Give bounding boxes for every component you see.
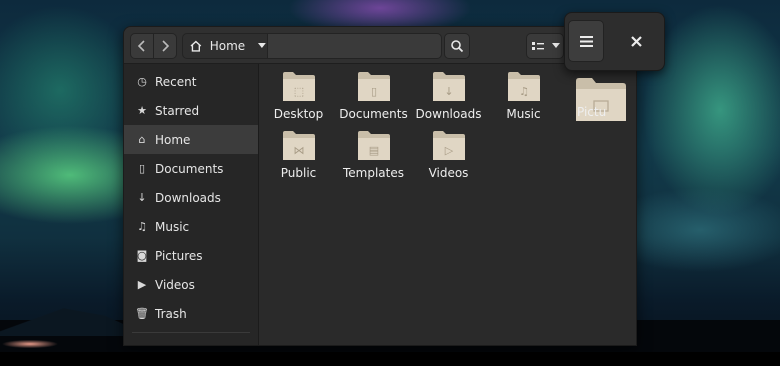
- sidebar: ◷ Recent ★ Starred ⌂ Home ▯ Documents ↓ Downloads…: [124, 64, 259, 345]
- chevron-down-icon: [552, 43, 560, 48]
- folder-emblem-glyph: ▷: [444, 144, 453, 157]
- hamburger-icon: [579, 35, 593, 47]
- folder-public-icon: ⋈: [282, 131, 315, 160]
- header-bar: Home: [124, 27, 636, 64]
- clock-icon: ◷: [137, 75, 147, 88]
- chevron-right-icon: [162, 40, 170, 52]
- folder-templates-icon: ▤: [357, 131, 390, 160]
- folder-label: Templates: [342, 166, 404, 180]
- sidebar-item-pictures[interactable]: ◙ Pictures: [124, 241, 258, 270]
- close-button[interactable]: [621, 27, 651, 55]
- camera-icon: ◙: [136, 249, 148, 262]
- sidebar-item-downloads[interactable]: ↓ Downloads: [124, 183, 258, 212]
- folder-documents-icon: ▯: [357, 72, 390, 101]
- sidebar-item-videos[interactable]: ▶ Videos: [124, 270, 258, 299]
- path-bar-home[interactable]: Home: [182, 33, 268, 59]
- sidebar-item-label: Pictures: [155, 248, 203, 263]
- folder-documents[interactable]: ▯ Documents: [336, 70, 411, 128]
- folder-label: Videos: [428, 166, 469, 180]
- folder-label: Music: [506, 107, 541, 121]
- folder-emblem-glyph: ↓: [444, 85, 453, 98]
- sidebar-item-home[interactable]: ⌂ Home: [124, 125, 258, 154]
- main-menu-button[interactable]: [568, 20, 604, 62]
- dragged-folder-label: Pictu: [577, 105, 607, 119]
- sidebar-item-recent[interactable]: ◷ Recent: [124, 67, 258, 96]
- forward-button[interactable]: [153, 33, 177, 59]
- town-lights: [0, 334, 80, 350]
- sidebar-item-trash[interactable]: 🗑 Trash: [124, 299, 258, 328]
- folder-downloads[interactable]: ↓ Downloads: [411, 70, 486, 128]
- path-bar-empty[interactable]: [267, 33, 442, 59]
- star-icon: ★: [137, 104, 147, 117]
- folder-label: Documents: [339, 107, 408, 121]
- folder-label: Desktop: [273, 107, 324, 121]
- trash-icon: 🗑: [135, 307, 149, 320]
- folder-downloads-icon: ↓: [432, 72, 465, 101]
- screen-bottom: [0, 352, 780, 366]
- search-icon: [451, 40, 464, 53]
- video-icon: ▶: [137, 278, 147, 291]
- sidebar-item-label: Music: [155, 219, 190, 234]
- sidebar-item-label: Downloads: [155, 190, 221, 205]
- sidebar-item-starred[interactable]: ★ Starred: [124, 96, 258, 125]
- folder-emblem-glyph: ▤: [368, 144, 378, 157]
- view-mode-button[interactable]: [526, 33, 550, 59]
- folder-videos[interactable]: ▷ Videos: [411, 129, 486, 187]
- dropdown-arrow-icon[interactable]: [257, 42, 267, 50]
- file-manager-window: Home ◷ Recent ★ Starred ⌂ Home ▯ Documents ↓ Down…: [123, 26, 637, 346]
- list-view-icon: [532, 42, 544, 50]
- folder-label: Downloads: [415, 107, 482, 121]
- sidebar-item-label: Recent: [155, 74, 197, 89]
- music-icon: ♫: [137, 220, 147, 233]
- folder-music-icon: ♫: [507, 72, 540, 101]
- sidebar-item-label: Starred: [155, 103, 200, 118]
- folder-emblem-glyph: ▯: [370, 85, 376, 98]
- sidebar-item-label: Trash: [155, 306, 187, 321]
- folder-emblem-glyph: ♫: [519, 85, 529, 98]
- folder-public[interactable]: ⋈ Public: [261, 129, 336, 187]
- back-button[interactable]: [130, 33, 154, 59]
- folder-videos-icon: ▷: [432, 131, 465, 160]
- folder-music[interactable]: ♫ Music: [486, 70, 561, 128]
- search-button[interactable]: [444, 33, 470, 59]
- sidebar-item-documents[interactable]: ▯ Documents: [124, 154, 258, 183]
- chevron-left-icon: [137, 40, 145, 52]
- folder-label: Public: [280, 166, 317, 180]
- home-icon: [190, 40, 202, 52]
- close-icon: [630, 35, 642, 47]
- sidebar-item-label: Home: [155, 132, 191, 147]
- sidebar-item-label: Documents: [155, 161, 224, 176]
- sidebar-item-label: Videos: [155, 277, 195, 292]
- path-label: Home: [209, 39, 246, 53]
- folder-emblem-glyph: ⋈: [293, 144, 304, 157]
- view-options-button[interactable]: [549, 33, 564, 59]
- folder-emblem-glyph: ⬚: [293, 85, 303, 98]
- sidebar-divider: [132, 332, 250, 333]
- document-icon: ▯: [138, 162, 146, 175]
- home-icon: ⌂: [138, 133, 146, 146]
- folder-desktop-icon: ⬚: [282, 72, 315, 101]
- arrow-down-icon: ↓: [137, 191, 147, 204]
- sidebar-item-music[interactable]: ♫ Music: [124, 212, 258, 241]
- folder-desktop[interactable]: ⬚ Desktop: [261, 70, 336, 128]
- folder-templates[interactable]: ▤ Templates: [336, 129, 411, 187]
